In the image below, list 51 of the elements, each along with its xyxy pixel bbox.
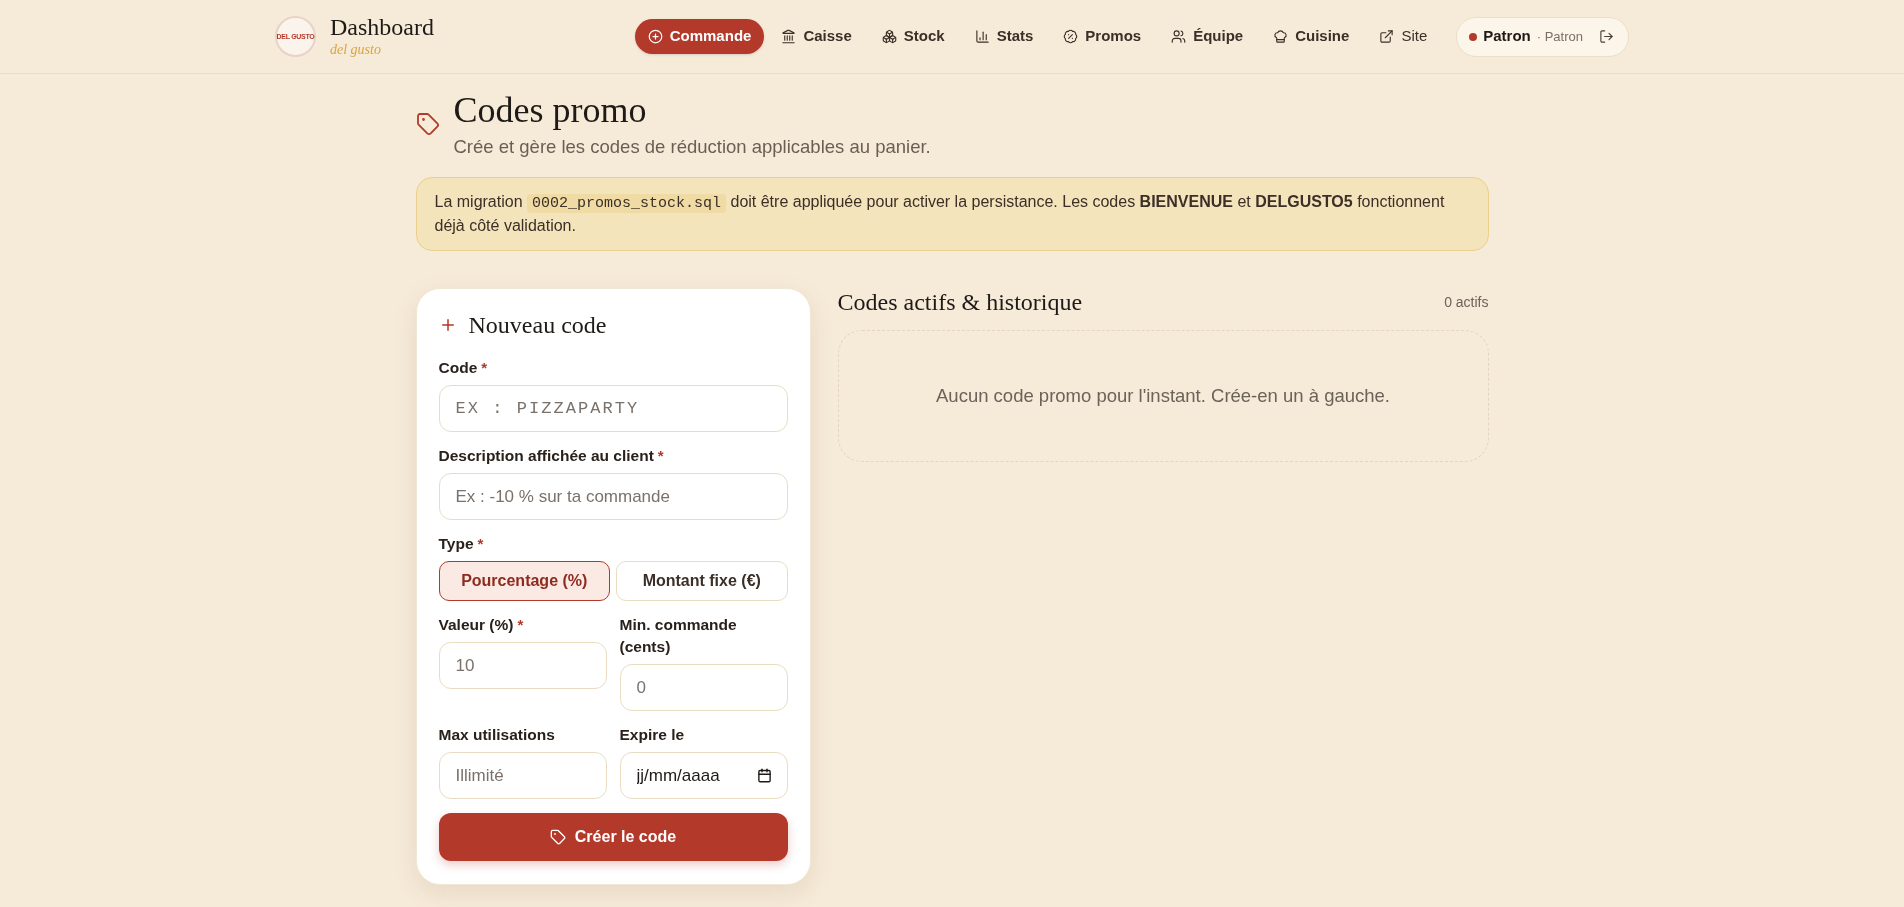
nav-link[interactable]: Cuisine	[1260, 19, 1363, 54]
nav-link[interactable]: Site	[1366, 19, 1441, 54]
field-label: Expire le	[619, 725, 685, 745]
percent-badge-icon	[1063, 29, 1079, 44]
field-label: Max utilisations	[438, 725, 555, 745]
nav-link[interactable]: Stats	[961, 19, 1047, 54]
page-title: Codes promo	[453, 90, 648, 130]
logout-icon[interactable]	[1599, 29, 1614, 44]
users-icon	[1171, 29, 1187, 44]
boxes-icon	[881, 29, 897, 44]
field-label: Valeur (%)	[438, 615, 514, 635]
nav-link[interactable]: Promos	[1050, 19, 1155, 54]
brand-subtitle: del gusto	[330, 41, 382, 59]
primary-nav-button[interactable]: Commande	[634, 19, 765, 54]
user-role: · Patron	[1536, 27, 1583, 46]
empty-state-text: Aucun code promo pour l'instant. Crée-en un à gauche.	[936, 384, 1390, 409]
nav-link[interactable]: Stock	[868, 19, 958, 54]
required-mark: *	[477, 534, 484, 554]
active-count: 0 actifs	[1444, 292, 1489, 312]
chef-hat-icon	[1273, 29, 1289, 44]
bank-icon	[781, 29, 797, 44]
tag-icon	[415, 112, 440, 136]
date-field[interactable]: jj/mm/aaaa	[619, 752, 788, 799]
card-title: Nouveau code	[468, 311, 607, 339]
input-field[interactable]: Illimité	[438, 752, 607, 799]
input-field[interactable]: Ex : -10 % sur ta commande	[438, 473, 788, 520]
input-field[interactable]: 10	[438, 642, 607, 689]
tag-icon	[549, 829, 566, 845]
code-input-field[interactable]: EX : PIZZAPARTY	[438, 385, 788, 432]
field-label: Type	[438, 534, 474, 554]
page-subtitle: Crée et gère les codes de réduction applicables au panier.	[453, 135, 931, 159]
field-label: Code	[438, 358, 478, 378]
field-label: Description affichée au client	[438, 446, 654, 466]
nav-link[interactable]: Équipe	[1158, 19, 1257, 54]
app-title: Dashboard	[330, 14, 434, 41]
field-label: Min. commande (cents)	[619, 615, 738, 657]
type-option-button[interactable]: Montant fixe (€)	[616, 561, 788, 601]
required-mark: *	[657, 446, 664, 466]
nav-link[interactable]: Caisse	[768, 19, 865, 54]
bar-chart-icon	[974, 29, 990, 44]
plus-circle-icon	[647, 29, 663, 44]
external-link-icon	[1379, 29, 1395, 44]
notice-text: La migration 0002_promos_stock.sql doit être appliquée pour activer la persistance. Les codes BIENVENUE et DELGUSTO5 fonctionnent déjà côté validation.	[434, 192, 1446, 236]
section-title: Codes actifs & historique	[837, 288, 1083, 316]
calendar-icon[interactable]	[756, 768, 772, 783]
user-name: Patron	[1483, 26, 1531, 47]
type-option-button[interactable]: Pourcentage (%)	[438, 561, 610, 601]
create-code-button[interactable]: Créer le code	[438, 813, 788, 861]
required-mark: *	[517, 615, 524, 635]
input-field[interactable]: 0	[619, 664, 788, 711]
required-mark: *	[481, 358, 488, 378]
